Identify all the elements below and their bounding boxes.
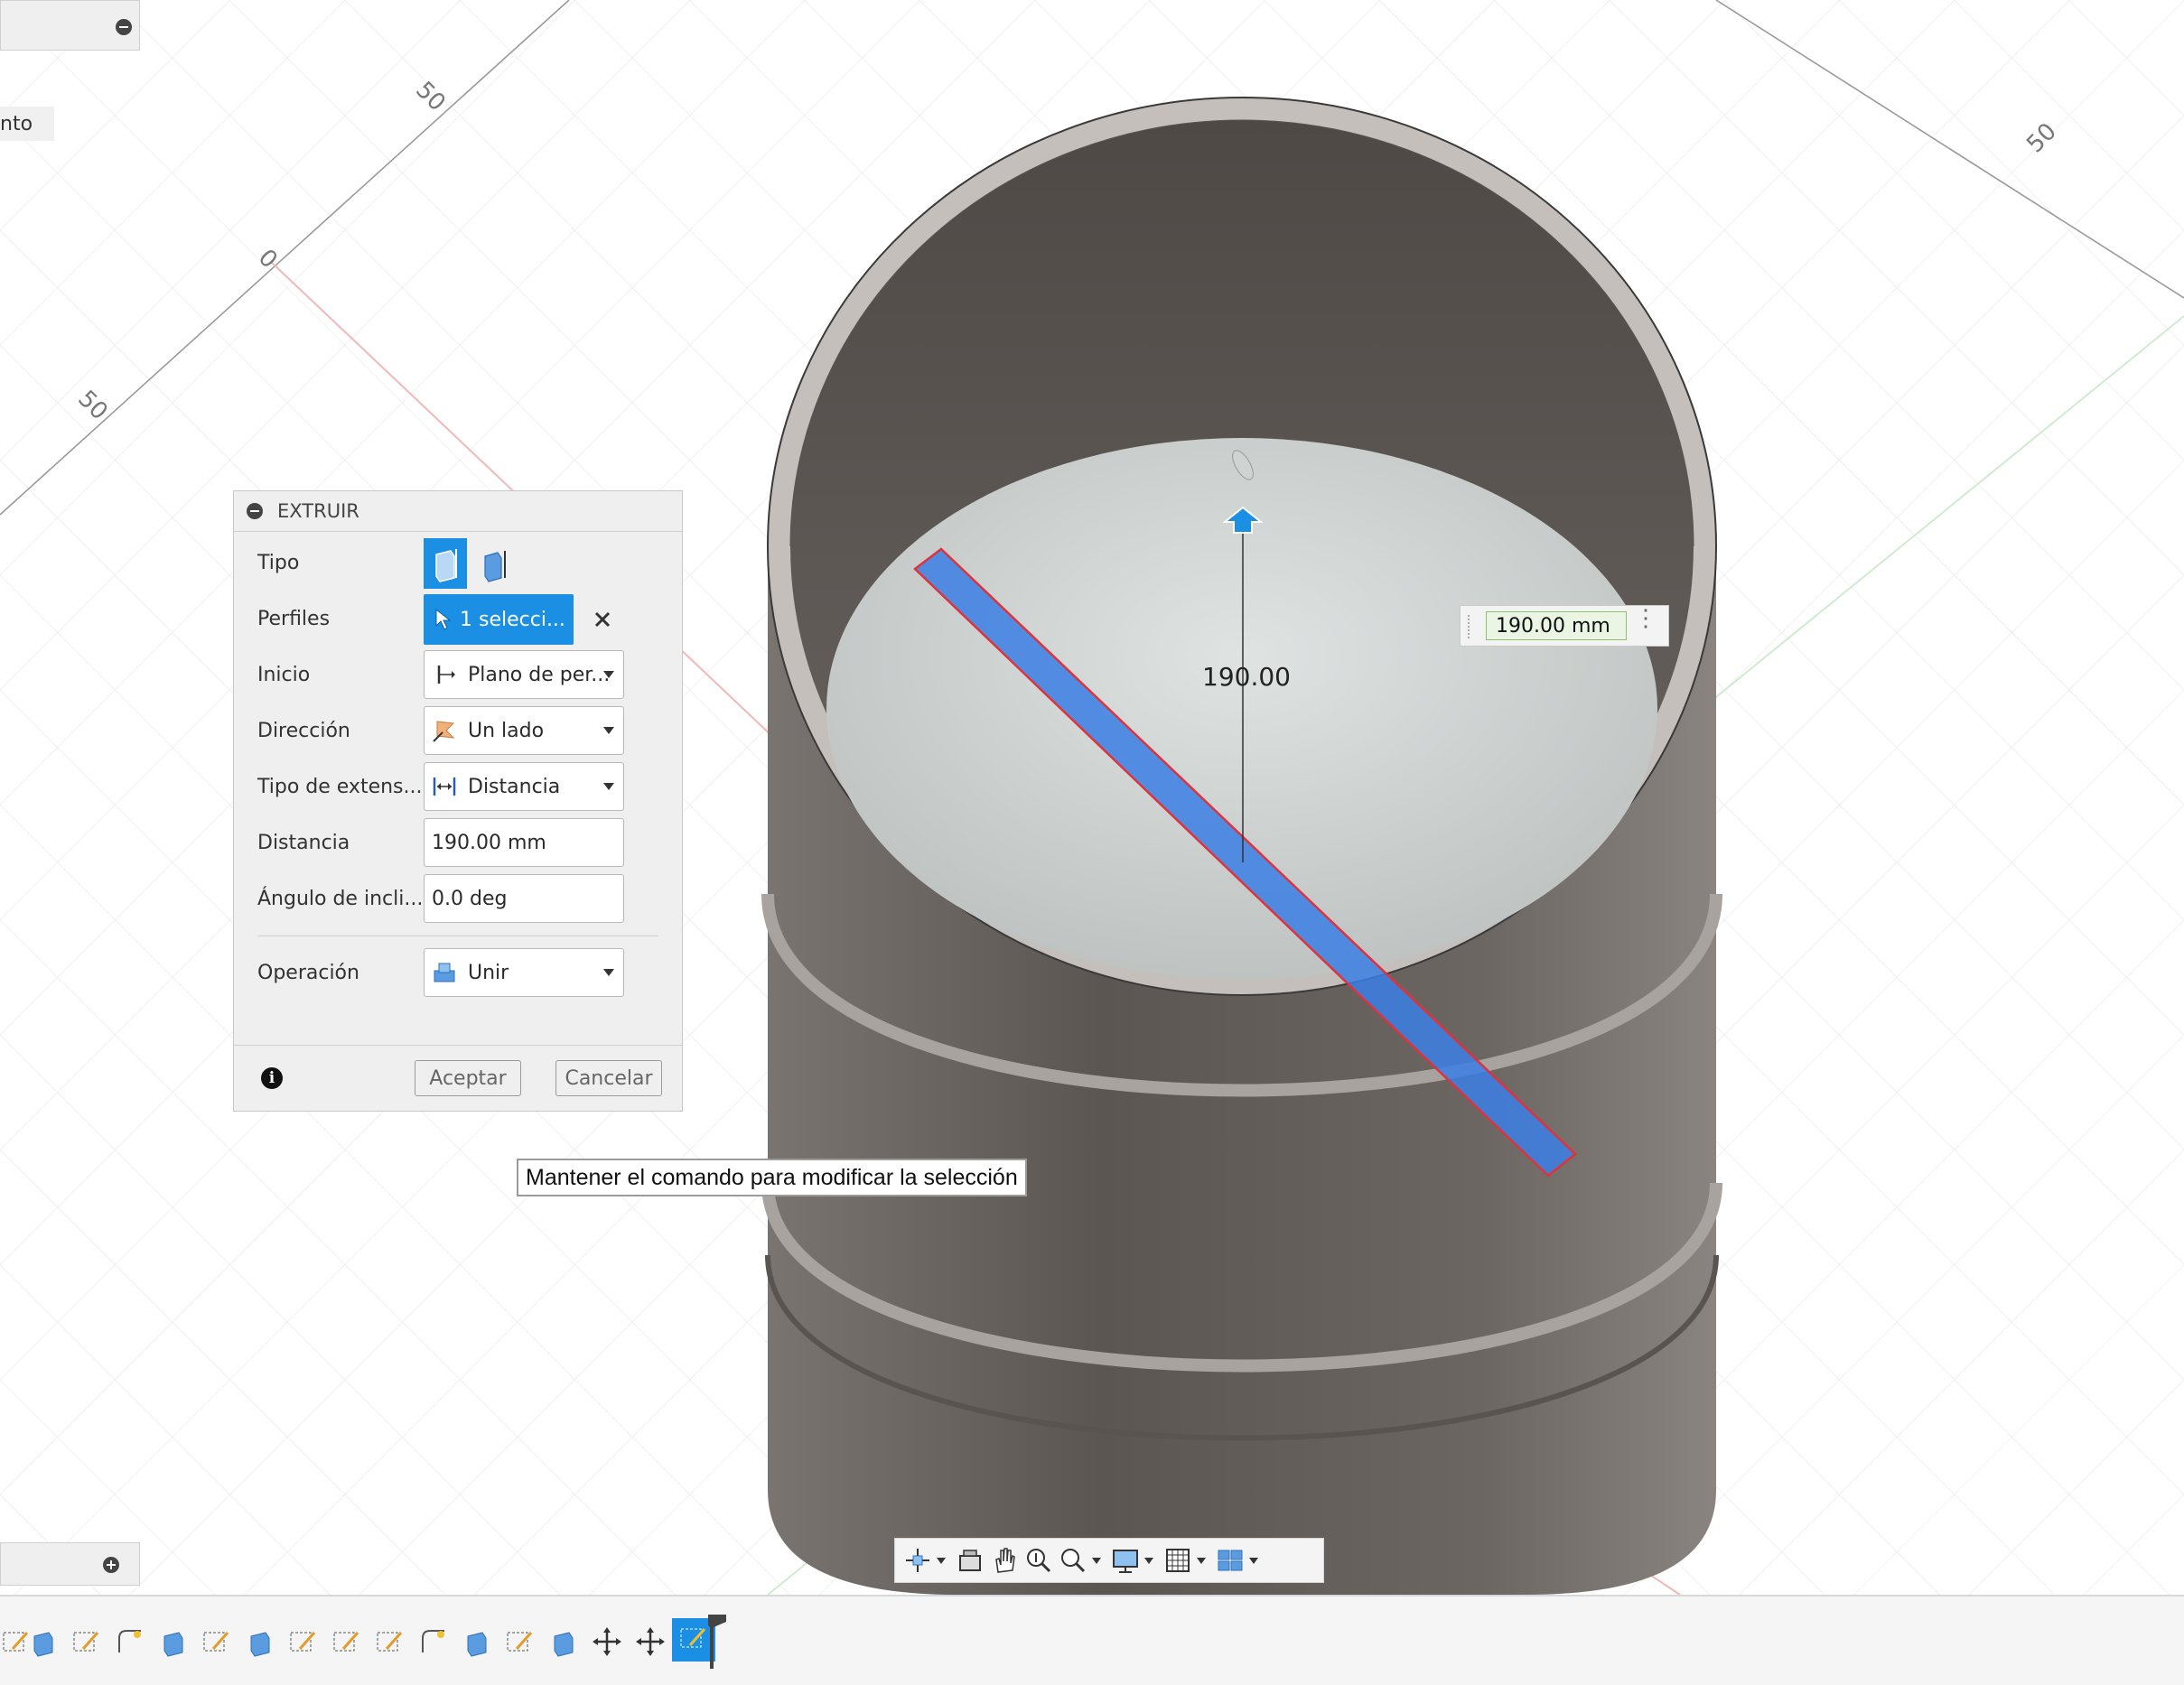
orbit-icon[interactable] (902, 1545, 933, 1576)
thin-extrude-icon (484, 551, 506, 582)
distance-input[interactable]: 190.00 mm (424, 818, 624, 867)
row-profiles: Perfiles 1 selecci... (234, 594, 682, 645)
type-solid-button[interactable] (424, 538, 467, 589)
sketch-icon[interactable] (70, 1625, 103, 1658)
dialog-header[interactable]: EXTRUIR (234, 491, 682, 532)
clear-selection-icon[interactable] (593, 610, 611, 628)
taper-angle-input[interactable]: 0.0 deg (424, 874, 624, 923)
direction-label: Dirección (257, 720, 350, 742)
type-thin-button[interactable] (474, 538, 518, 589)
distance-manipulator[interactable]: 190.00 mm ⋮ (1460, 605, 1669, 647)
cursor-arrow-icon (435, 608, 451, 630)
tooltip: Mantener el comando para modificar la se… (517, 1159, 1027, 1196)
extrude-icon[interactable] (461, 1625, 493, 1658)
chevron-down-icon[interactable] (937, 1557, 946, 1564)
add-icon[interactable] (103, 1557, 119, 1573)
drag-handle-icon[interactable] (1468, 615, 1473, 638)
extent-type-label: Tipo de extens... (257, 776, 423, 798)
timeline-bar (0, 1595, 2184, 1685)
extrude-icon[interactable] (244, 1625, 276, 1658)
sketch-icon[interactable] (201, 1625, 233, 1658)
panel-label-text: nto (0, 112, 33, 135)
distance-manipulator-input[interactable]: 190.00 mm (1486, 611, 1627, 640)
type-label: Tipo (257, 552, 300, 574)
move-icon[interactable] (634, 1625, 667, 1658)
operation-label: Operación (257, 962, 359, 984)
viewports-icon[interactable] (1215, 1545, 1246, 1576)
move-icon[interactable] (591, 1625, 623, 1658)
sketch-icon[interactable] (331, 1625, 363, 1658)
chevron-down-icon[interactable] (1092, 1557, 1101, 1564)
extent-type-select[interactable]: Distancia (424, 762, 624, 811)
timeline-marker-icon[interactable] (708, 1615, 730, 1669)
dimension-label: 190.00 (1202, 662, 1291, 692)
chevron-down-icon (603, 969, 614, 976)
profile-plane-icon (437, 666, 455, 684)
row-extent-type: Tipo de extens... Distancia (234, 762, 682, 813)
sketch-icon[interactable] (287, 1625, 320, 1658)
navigation-toolbar (894, 1538, 1324, 1583)
start-select[interactable]: Plano de per... (424, 650, 624, 699)
row-direction: Dirección Un lado (234, 706, 682, 757)
collapse-icon[interactable] (116, 19, 132, 35)
join-icon (434, 963, 455, 982)
dialog-title: EXTRUIR (277, 500, 359, 522)
fillet-icon[interactable] (114, 1625, 146, 1658)
start-value: Plano de per... (468, 663, 611, 686)
grid-settings-icon[interactable] (1162, 1545, 1193, 1576)
row-start: Inicio Plano de per... (234, 650, 682, 701)
fit-icon[interactable] (1058, 1545, 1088, 1576)
start-label: Inicio (257, 664, 311, 686)
row-type: Tipo (234, 538, 682, 589)
profiles-selection-button[interactable]: 1 selecci... (424, 594, 574, 645)
browser-panel[interactable] (0, 0, 140, 51)
ok-button[interactable]: Aceptar (415, 1060, 521, 1096)
sketch-icon[interactable] (374, 1625, 406, 1658)
one-side-icon (433, 721, 455, 742)
profiles-label: Perfiles (257, 608, 331, 630)
dialog-footer: i Aceptar Cancelar (234, 1045, 682, 1111)
direction-select[interactable]: Un lado (424, 706, 624, 755)
distance-icon (433, 777, 456, 796)
panel-partial-label: nto (0, 107, 54, 141)
chevron-down-icon (603, 671, 614, 678)
chevron-down-icon[interactable] (1249, 1557, 1258, 1564)
cancel-button[interactable]: Cancelar (555, 1060, 662, 1096)
extrude-icon[interactable] (547, 1625, 580, 1658)
operation-select[interactable]: Unir (424, 948, 624, 997)
chevron-down-icon (603, 783, 614, 790)
row-distance: Distancia 190.00 mm (234, 818, 682, 869)
look-at-icon[interactable] (955, 1545, 985, 1576)
extrude-dialog: EXTRUIR Tipo Perfiles 1 selecci... Inici… (233, 490, 683, 1112)
operation-value: Unir (468, 961, 509, 984)
chevron-down-icon[interactable] (1197, 1557, 1206, 1564)
pan-hand-icon[interactable] (989, 1545, 1020, 1576)
extent-type-value: Distancia (468, 775, 561, 798)
display-settings-icon[interactable] (1110, 1545, 1141, 1576)
comments-panel[interactable] (0, 1542, 140, 1586)
solid-extrude-icon (435, 549, 457, 582)
collapse-icon[interactable] (247, 503, 263, 519)
extrude-icon[interactable] (27, 1625, 60, 1658)
distance-label: Distancia (257, 832, 350, 854)
row-taper-angle: Ángulo de incli... 0.0 deg (234, 874, 682, 925)
direction-value: Un lado (468, 719, 545, 742)
row-operation: Operación Unir (234, 948, 682, 999)
more-options-icon[interactable]: ⋮ (1634, 606, 1657, 629)
sketch-icon[interactable] (504, 1625, 537, 1658)
taper-angle-label: Ángulo de incli... (257, 888, 424, 910)
profiles-selection-value: 1 selecci... (460, 608, 565, 631)
chevron-down-icon (603, 727, 614, 734)
extrude-icon[interactable] (157, 1625, 190, 1658)
zoom-icon[interactable] (1023, 1545, 1054, 1576)
canvas-viewport[interactable]: 50 0 50 50 nto 190.00 190.00 mm ⋮ EXTRUI… (0, 0, 2184, 1595)
fillet-icon[interactable] (417, 1625, 450, 1658)
info-icon[interactable]: i (261, 1067, 283, 1089)
chevron-down-icon[interactable] (1144, 1557, 1153, 1564)
